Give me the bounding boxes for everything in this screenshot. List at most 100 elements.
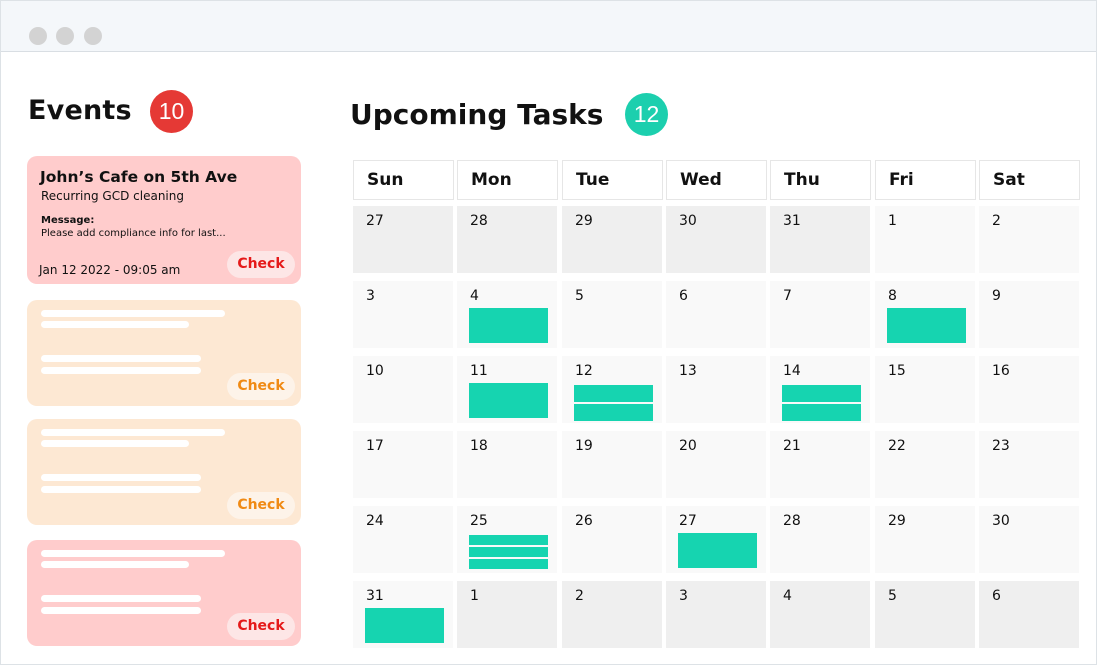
placeholder-line [41,595,201,602]
calendar-day-cell[interactable]: 11 [457,356,557,423]
task-bar[interactable] [469,559,548,569]
task-bar[interactable] [782,385,861,402]
calendar-day-cell[interactable]: 5 [875,581,975,648]
calendar-day-cell[interactable]: 2 [979,206,1079,273]
calendar-day-cell[interactable]: 25 [457,506,557,573]
window-minimize-button[interactable] [56,27,74,45]
task-bar[interactable] [678,533,757,568]
task-bar[interactable] [469,383,548,418]
event-card-placeholder[interactable]: Check [27,419,301,525]
day-number: 4 [470,288,479,304]
calendar-day-cell[interactable]: 8 [875,281,975,348]
window-close-button[interactable] [29,27,47,45]
day-number: 27 [366,213,384,229]
calendar-day-cell[interactable]: 30 [666,206,766,273]
calendar-day-cell[interactable]: 27 [666,506,766,573]
day-number: 3 [679,588,688,604]
calendar-day-cell[interactable]: 15 [875,356,975,423]
day-header-mon: Mon [457,160,558,200]
calendar-day-cell[interactable]: 19 [562,431,662,498]
day-number: 28 [470,213,488,229]
event-card-placeholder[interactable]: Check [27,300,301,406]
day-number: 8 [888,288,897,304]
app-window: Events 10 John’s Cafe on 5th Ave Recurri… [0,0,1097,665]
day-number: 3 [366,288,375,304]
calendar-day-cell[interactable]: 17 [353,431,453,498]
calendar-day-cell[interactable]: 13 [666,356,766,423]
calendar-day-cell[interactable]: 22 [875,431,975,498]
calendar-day-cell[interactable]: 4 [770,581,870,648]
task-bar[interactable] [469,547,548,557]
calendar-day-cell[interactable]: 31 [770,206,870,273]
calendar-day-cell[interactable]: 2 [562,581,662,648]
placeholder-line [41,440,189,447]
calendar-day-cell[interactable]: 9 [979,281,1079,348]
day-number: 11 [470,363,488,379]
day-number: 6 [992,588,1001,604]
calendar-day-cell[interactable]: 12 [562,356,662,423]
calendar-day-cell[interactable]: 27 [353,206,453,273]
calendar-day-cell[interactable]: 16 [979,356,1079,423]
day-number: 1 [888,213,897,229]
calendar-day-cell[interactable]: 6 [666,281,766,348]
task-bar[interactable] [887,308,966,343]
tasks-count-badge: 12 [625,93,668,136]
day-number: 25 [470,513,488,529]
calendar-day-cell[interactable]: 10 [353,356,453,423]
calendar-day-cell[interactable]: 28 [457,206,557,273]
day-number: 14 [783,363,801,379]
calendar-day-cell[interactable]: 26 [562,506,662,573]
placeholder-line [41,321,189,328]
calendar-day-cell[interactable]: 24 [353,506,453,573]
event-card[interactable]: John’s Cafe on 5th Ave Recurring GCD cle… [27,156,301,284]
day-number: 5 [575,288,584,304]
check-button[interactable]: Check [227,251,295,278]
window-maximize-button[interactable] [84,27,102,45]
day-header-tue: Tue [562,160,663,200]
day-number: 22 [888,438,906,454]
calendar-day-cell[interactable]: 3 [353,281,453,348]
calendar-day-cell[interactable]: 28 [770,506,870,573]
day-number: 28 [783,513,801,529]
day-number: 9 [992,288,1001,304]
day-number: 2 [575,588,584,604]
calendar-day-cell[interactable]: 18 [457,431,557,498]
day-number: 26 [575,513,593,529]
calendar-day-cell[interactable]: 7 [770,281,870,348]
day-number: 31 [366,588,384,604]
day-number: 7 [783,288,792,304]
calendar-day-cell[interactable]: 31 [353,581,453,648]
task-bar[interactable] [365,608,444,643]
calendar-day-cell[interactable]: 29 [875,506,975,573]
calendar-day-cell[interactable]: 5 [562,281,662,348]
calendar-day-cell[interactable]: 14 [770,356,870,423]
calendar-day-cell[interactable]: 1 [875,206,975,273]
calendar-day-cell[interactable]: 21 [770,431,870,498]
calendar-day-cell[interactable]: 3 [666,581,766,648]
placeholder-line [41,550,225,557]
calendar-day-cell[interactable]: 29 [562,206,662,273]
calendar-day-cell[interactable]: 20 [666,431,766,498]
task-bar[interactable] [469,308,548,343]
calendar-day-cell[interactable]: 1 [457,581,557,648]
day-number: 19 [575,438,593,454]
calendar-day-cell[interactable]: 30 [979,506,1079,573]
check-button[interactable]: Check [227,613,295,640]
task-bar[interactable] [574,404,653,421]
day-header-fri: Fri [875,160,976,200]
day-number: 12 [575,363,593,379]
task-bar[interactable] [469,535,548,545]
check-button[interactable]: Check [227,373,295,400]
task-bar[interactable] [782,404,861,421]
calendar-day-cell[interactable]: 23 [979,431,1079,498]
calendar-day-cell[interactable]: 4 [457,281,557,348]
day-number: 20 [679,438,697,454]
calendar-day-cell[interactable]: 6 [979,581,1079,648]
day-number: 23 [992,438,1010,454]
task-bar[interactable] [574,385,653,402]
day-number: 29 [575,213,593,229]
event-card-placeholder[interactable]: Check [27,540,301,646]
check-button[interactable]: Check [227,492,295,519]
day-number: 13 [679,363,697,379]
day-number: 21 [783,438,801,454]
